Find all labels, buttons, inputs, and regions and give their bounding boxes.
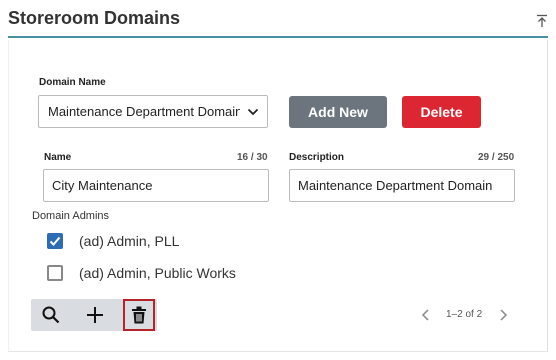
panel-title: Storeroom Domains [8, 8, 181, 28]
delete-item-button[interactable] [123, 299, 155, 331]
collapse-panel-icon[interactable] [536, 14, 548, 28]
delete-button[interactable]: Delete [402, 96, 481, 128]
admin-checkbox-row[interactable]: (ad) Admin, PLL [47, 232, 179, 250]
domain-name-select-value: Maintenance Department Domain [48, 104, 240, 119]
admin-checkbox-row[interactable]: (ad) Admin, Public Works [47, 264, 236, 282]
admin-label: (ad) Admin, PLL [79, 233, 180, 249]
description-char-counter: 29 / 250 [478, 152, 515, 163]
plus-icon [87, 307, 103, 323]
checkmark-icon [49, 236, 61, 246]
add-new-button[interactable]: Add New [289, 96, 387, 128]
chevron-right-icon [500, 309, 508, 321]
chevron-down-icon [247, 108, 259, 116]
next-page-button[interactable] [497, 306, 509, 324]
admin-checkbox-checked[interactable] [47, 233, 63, 249]
domain-admins-label: Domain Admins [32, 210, 110, 222]
add-button[interactable] [79, 299, 111, 331]
domain-name-select[interactable]: Maintenance Department Domain [38, 95, 268, 128]
search-icon [42, 306, 60, 324]
admin-checkbox-unchecked[interactable] [47, 265, 63, 281]
description-label: Description [289, 152, 345, 163]
name-label: Name [44, 152, 72, 163]
admin-label: (ad) Admin, Public Works [79, 265, 236, 281]
list-toolbar [31, 299, 157, 331]
pagination-status: 1–2 of 2 [446, 309, 483, 320]
domain-name-label: Domain Name [39, 77, 106, 88]
trash-icon [132, 306, 146, 324]
chevron-left-icon [421, 309, 429, 321]
panel-header: Storeroom Domains [8, 0, 548, 38]
previous-page-button[interactable] [420, 306, 432, 324]
name-input[interactable]: City Maintenance [43, 169, 269, 202]
search-button[interactable] [35, 299, 67, 331]
name-char-counter: 16 / 30 [237, 152, 268, 163]
description-input[interactable]: Maintenance Department Domain [289, 169, 515, 202]
